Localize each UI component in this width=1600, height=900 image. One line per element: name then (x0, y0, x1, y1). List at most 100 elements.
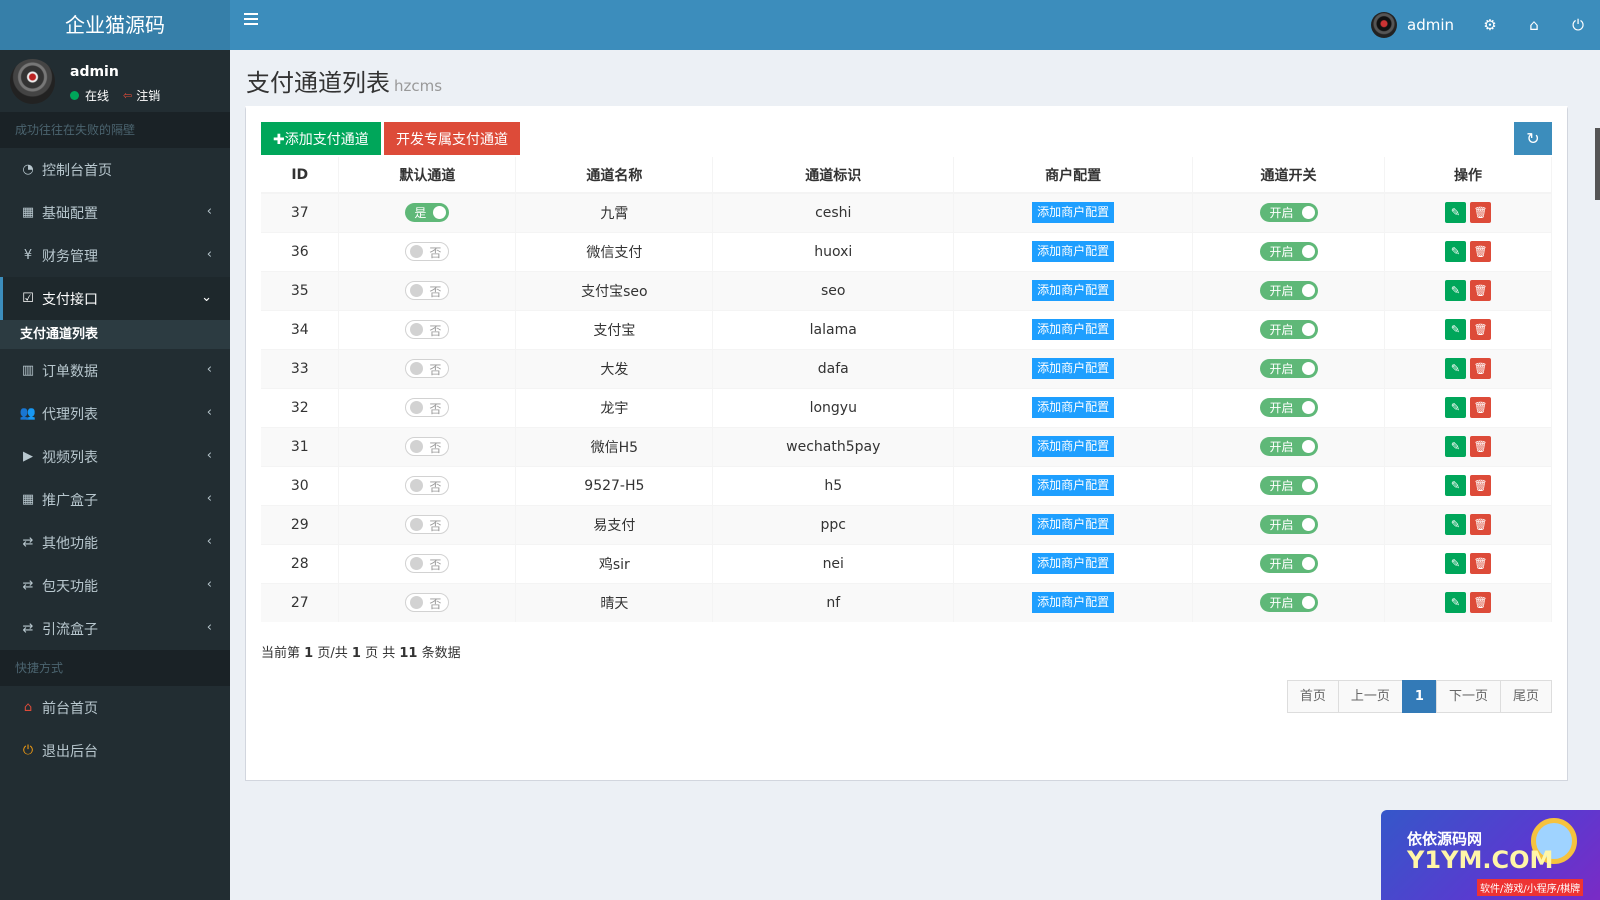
edit-icon[interactable]: ✎ (1445, 475, 1466, 496)
trash-icon[interactable]: 🗑 (1470, 475, 1491, 496)
channel-switch-toggle[interactable]: 开启 (1259, 320, 1318, 339)
add-merchant-config-button[interactable]: 添加商户配置 (1032, 436, 1115, 457)
add-merchant-config-button[interactable]: 添加商户配置 (1032, 514, 1115, 535)
edit-icon[interactable]: ✎ (1445, 202, 1466, 224)
toggle-knob (410, 362, 424, 375)
page-button-1[interactable]: 上一页 (1337, 680, 1403, 713)
page-button-4[interactable]: 尾页 (1499, 680, 1552, 713)
trash-icon[interactable]: 🗑 (1470, 241, 1491, 262)
channel-switch-toggle[interactable]: 开启 (1259, 593, 1318, 613)
trash-icon[interactable]: 🗑 (1470, 397, 1491, 418)
trash-icon[interactable]: 🗑 (1470, 553, 1491, 574)
default-toggle[interactable]: 否 (405, 281, 450, 300)
sidebar-toggle-icon[interactable] (244, 13, 258, 25)
default-toggle[interactable]: 否 (405, 593, 450, 613)
add-channel-button[interactable]: ✚添加支付通道 (261, 122, 381, 155)
shortcut-item-1[interactable]: ⏻ 退出后台 (0, 729, 230, 772)
logout-link[interactable]: 注销 (136, 87, 160, 104)
edit-icon[interactable]: ✎ (1445, 514, 1466, 535)
add-merchant-config-button[interactable]: 添加商户配置 (1032, 358, 1115, 379)
add-merchant-config-button[interactable]: 添加商户配置 (1032, 280, 1115, 301)
sidebar-item-10[interactable]: ⇄ 引流盒子 ‹ (0, 607, 230, 650)
sidebar-item-1[interactable]: ▦ 基础配置 ‹ (0, 191, 230, 234)
add-merchant-config-button[interactable]: 添加商户配置 (1032, 397, 1115, 418)
cell-switch: 开启 (1192, 309, 1386, 349)
sidebar-item-5[interactable]: 👥 代理列表 ‹ (0, 392, 230, 435)
add-merchant-config-button[interactable]: 添加商户配置 (1032, 475, 1115, 496)
trash-icon[interactable]: 🗑 (1470, 514, 1491, 535)
default-toggle[interactable]: 否 (405, 554, 450, 573)
channel-switch-toggle[interactable]: 开启 (1259, 554, 1318, 573)
default-toggle[interactable]: 否 (405, 437, 450, 456)
default-toggle[interactable]: 否 (405, 476, 450, 495)
default-toggle[interactable]: 是 (405, 203, 450, 223)
cell-switch: 开启 (1192, 231, 1386, 271)
trash-icon[interactable]: 🗑 (1470, 319, 1491, 340)
add-merchant-config-button[interactable]: 添加商户配置 (1032, 202, 1115, 224)
edit-icon[interactable]: ✎ (1445, 592, 1466, 614)
default-toggle[interactable]: 否 (405, 320, 450, 339)
add-merchant-config-button[interactable]: 添加商户配置 (1032, 592, 1115, 614)
refresh-icon[interactable]: ↻ (1514, 122, 1552, 155)
channel-switch-toggle[interactable]: 开启 (1259, 515, 1318, 534)
settings-icon[interactable]: ⚙ (1468, 0, 1512, 50)
default-toggle[interactable]: 否 (405, 398, 450, 417)
chevron-left-icon: ‹ (206, 405, 212, 420)
table-row: 32 否 龙宇 longyu 添加商户配置 开启 ✎ 🗑 (261, 387, 1552, 427)
edit-icon[interactable]: ✎ (1445, 553, 1466, 574)
channel-switch-toggle[interactable]: 开启 (1259, 203, 1318, 223)
default-toggle[interactable]: 否 (405, 242, 450, 261)
trash-icon[interactable]: 🗑 (1470, 592, 1491, 614)
trash-icon[interactable]: 🗑 (1470, 358, 1491, 379)
home-icon[interactable]: ⌂ (1512, 0, 1556, 50)
edit-icon[interactable]: ✎ (1445, 436, 1466, 457)
edit-icon[interactable]: ✎ (1445, 358, 1466, 379)
sidebar-item-8[interactable]: ⇄ 其他功能 ‹ (0, 521, 230, 564)
add-merchant-config-button[interactable]: 添加商户配置 (1032, 553, 1115, 574)
power-icon[interactable]: ⏻ (1556, 0, 1600, 50)
add-merchant-config-button[interactable]: 添加商户配置 (1032, 319, 1115, 340)
sidebar-item-3[interactable]: ☑ 支付接口 ⌄ (0, 277, 230, 320)
sidebar-item-2[interactable]: ¥ 财务管理 ‹ (0, 234, 230, 277)
page-subtitle: hzcms (394, 77, 443, 95)
sidebar-item-7[interactable]: ▦ 推广盒子 ‹ (0, 478, 230, 521)
cell-id: 28 (261, 543, 340, 583)
sidebar-item-6[interactable]: ▶ 视频列表 ‹ (0, 435, 230, 478)
channel-switch-toggle[interactable]: 开启 (1259, 476, 1318, 495)
user-menu[interactable]: admin (1357, 0, 1468, 50)
trash-icon[interactable]: 🗑 (1470, 280, 1491, 301)
sidebar-item-4[interactable]: ▥ 订单数据 ‹ (0, 349, 230, 392)
edit-icon[interactable]: ✎ (1445, 241, 1466, 262)
dev-channel-button[interactable]: 开发专属支付通道 (384, 122, 520, 155)
page-button-2[interactable]: 1 (1401, 680, 1437, 713)
default-toggle[interactable]: 否 (405, 359, 450, 378)
shortcut-item-0[interactable]: ⌂ 前台首页 (0, 686, 230, 729)
top-navbar: admin ⚙ ⌂ ⏻ (230, 0, 1600, 50)
switch-label: 开启 (1269, 284, 1294, 298)
scrollbar[interactable] (1595, 128, 1600, 200)
channel-switch-toggle[interactable]: 开启 (1259, 242, 1318, 261)
trash-icon[interactable]: 🗑 (1470, 436, 1491, 457)
default-toggle[interactable]: 否 (405, 515, 450, 534)
add-merchant-config-button[interactable]: 添加商户配置 (1032, 241, 1115, 262)
switch-label: 开启 (1269, 557, 1294, 571)
sidebar-item-9[interactable]: ⇄ 包天功能 ‹ (0, 564, 230, 607)
cell-default: 否 (338, 387, 517, 427)
edit-icon[interactable]: ✎ (1445, 280, 1466, 301)
sidebar-item-0[interactable]: ◔ 控制台首页 (0, 148, 230, 191)
chevron-left-icon: ‹ (206, 491, 212, 506)
channel-switch-toggle[interactable]: 开启 (1259, 281, 1318, 300)
page-button-0[interactable]: 首页 (1286, 680, 1339, 713)
channel-switch-toggle[interactable]: 开启 (1259, 398, 1318, 417)
channel-switch-toggle[interactable]: 开启 (1259, 437, 1318, 456)
app-logo[interactable]: 企业猫源码 (0, 0, 230, 50)
cell-code: dafa (712, 348, 955, 388)
page-button-3[interactable]: 下一页 (1435, 680, 1501, 713)
sidebar-subitem-channel-list[interactable]: 支付通道列表 (0, 320, 230, 349)
trash-icon[interactable]: 🗑 (1470, 202, 1491, 224)
cell-id: 35 (261, 270, 340, 310)
edit-icon[interactable]: ✎ (1445, 319, 1466, 340)
cell-actions: ✎ 🗑 (1384, 582, 1552, 622)
channel-switch-toggle[interactable]: 开启 (1259, 359, 1318, 378)
edit-icon[interactable]: ✎ (1445, 397, 1466, 418)
